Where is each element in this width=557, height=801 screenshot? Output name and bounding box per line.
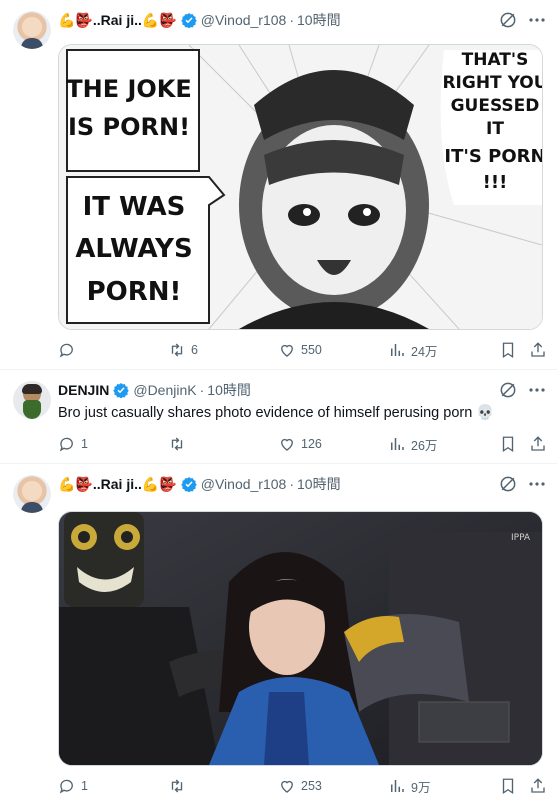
retweet-icon — [171, 779, 183, 793]
tweet-actions: 6 550 24万 — [58, 340, 547, 360]
share-icon — [531, 436, 545, 451]
tweet-text: Bro just casually shares photo evidence … — [58, 405, 495, 421]
views-icon — [391, 344, 404, 356]
author-avatar[interactable] — [13, 475, 51, 513]
share-button[interactable] — [529, 776, 547, 796]
grok-icon[interactable] — [498, 10, 518, 30]
heart-icon — [281, 780, 293, 793]
retweet-icon — [171, 437, 183, 451]
tweet[interactable]: DENJIN @DenjinK · 10時間 Bro just casually… — [0, 370, 557, 464]
reply-count: 1 — [81, 779, 88, 793]
manga-text-line: GUESSED — [451, 96, 540, 116]
reply-icon — [59, 779, 73, 794]
bookmark-button[interactable] — [499, 340, 517, 360]
author-handle[interactable]: @Vinod_r108 — [201, 12, 287, 28]
author-avatar[interactable] — [13, 11, 51, 49]
views-count: 9万 — [411, 780, 431, 795]
manga-panel: THE JOKE IS PORN! IT WAS ALWAYS PORN! TH… — [59, 45, 542, 329]
reply-count: 1 — [81, 437, 88, 451]
manga-text-line: IT WAS — [83, 192, 186, 222]
bookmark-icon — [502, 436, 514, 453]
manga-text-line: ALWAYS — [75, 234, 192, 264]
views-icon — [391, 438, 404, 450]
heart-icon — [281, 344, 293, 357]
tweet-header: DENJIN @DenjinK · 10時間 — [58, 380, 517, 400]
tweet-time[interactable]: 10時間 — [297, 10, 341, 30]
share-icon — [531, 342, 545, 357]
views-count: 24万 — [411, 344, 438, 359]
share-button[interactable] — [529, 340, 547, 360]
grok-icon[interactable] — [498, 474, 518, 494]
manga-text-line: IS PORN! — [68, 113, 190, 141]
reply-button[interactable]: 1 — [58, 434, 88, 454]
views-button[interactable]: 24万 — [388, 340, 437, 360]
tweet[interactable]: 💪👺..Rai ji..💪👺 @Vinod_r108 · 10時間 — [0, 0, 557, 370]
author-name[interactable]: DENJIN — [58, 382, 109, 398]
manga-text-line: THE JOKE — [66, 75, 192, 103]
author-handle[interactable]: @DenjinK — [133, 382, 196, 398]
author-name[interactable]: 💪👺..Rai ji..💪👺 — [58, 476, 177, 493]
more-options-icon[interactable] — [527, 478, 547, 490]
reply-icon — [59, 343, 73, 358]
tweet-actions: 1 253 9万 — [58, 776, 547, 796]
retweet-icon — [171, 343, 183, 357]
like-count: 550 — [301, 343, 322, 357]
tweet-header: 💪👺..Rai ji..💪👺 @Vinod_r108 · 10時間 — [58, 10, 517, 30]
tweet-actions: 1 126 26万 — [58, 434, 547, 454]
bookmark-button[interactable] — [499, 776, 517, 796]
views-button[interactable]: 26万 — [388, 434, 437, 454]
verified-badge-icon — [181, 13, 197, 28]
author-name[interactable]: 💪👺..Rai ji..💪👺 — [58, 12, 177, 29]
retweet-button[interactable] — [168, 434, 191, 454]
manga-text-line: PORN! — [87, 277, 182, 307]
share-icon — [531, 778, 545, 793]
like-count: 253 — [301, 779, 322, 793]
manga-text-line: THAT'S — [462, 50, 529, 70]
like-count: 126 — [301, 437, 322, 451]
more-options-icon[interactable] — [527, 14, 547, 26]
bookmark-icon — [502, 778, 514, 795]
bookmark-icon — [502, 342, 514, 359]
tweet-media-image[interactable]: THE JOKE IS PORN! IT WAS ALWAYS PORN! TH… — [58, 44, 543, 330]
like-button[interactable]: 126 — [278, 434, 322, 454]
manga-text-line: !!! — [483, 172, 508, 193]
photo: IPPA — [59, 512, 542, 765]
tweet-header: 💪👺..Rai ji..💪👺 @Vinod_r108 · 10時間 — [58, 474, 517, 494]
share-button[interactable] — [529, 434, 547, 454]
author-avatar[interactable] — [13, 381, 51, 419]
heart-icon — [281, 438, 293, 451]
separator-dot: · — [199, 382, 205, 398]
retweet-button[interactable] — [168, 776, 191, 796]
retweet-count: 6 — [191, 343, 198, 357]
reply-icon — [59, 437, 73, 452]
tweet[interactable]: 💪👺..Rai ji..💪👺 @Vinod_r108 · 10時間 — [0, 464, 557, 801]
verified-badge-icon — [181, 477, 197, 492]
reply-button[interactable] — [58, 340, 81, 360]
like-button[interactable]: 253 — [278, 776, 322, 796]
manga-text-line: IT — [486, 119, 504, 139]
verified-badge-icon — [113, 383, 130, 398]
views-count: 26万 — [411, 438, 438, 453]
manga-text-line: RIGHT YOU — [442, 73, 542, 93]
views-button[interactable]: 9万 — [388, 776, 430, 796]
grok-icon[interactable] — [498, 380, 518, 400]
like-button[interactable]: 550 — [278, 340, 322, 360]
tweet-time[interactable]: 10時間 — [297, 474, 341, 494]
views-icon — [391, 780, 404, 792]
bookmark-button[interactable] — [499, 434, 517, 454]
author-handle[interactable]: @Vinod_r108 — [201, 476, 287, 492]
manga-text-line: IT'S PORN — [444, 146, 542, 167]
photo-watermark: IPPA — [511, 533, 531, 543]
tweet-media-image[interactable]: IPPA — [58, 511, 543, 766]
retweet-button[interactable]: 6 — [168, 340, 198, 360]
more-options-icon[interactable] — [527, 384, 547, 396]
tweet-time[interactable]: 10時間 — [207, 380, 251, 400]
separator-dot: · — [289, 476, 294, 492]
separator-dot: · — [289, 12, 294, 28]
reply-button[interactable]: 1 — [58, 776, 88, 796]
